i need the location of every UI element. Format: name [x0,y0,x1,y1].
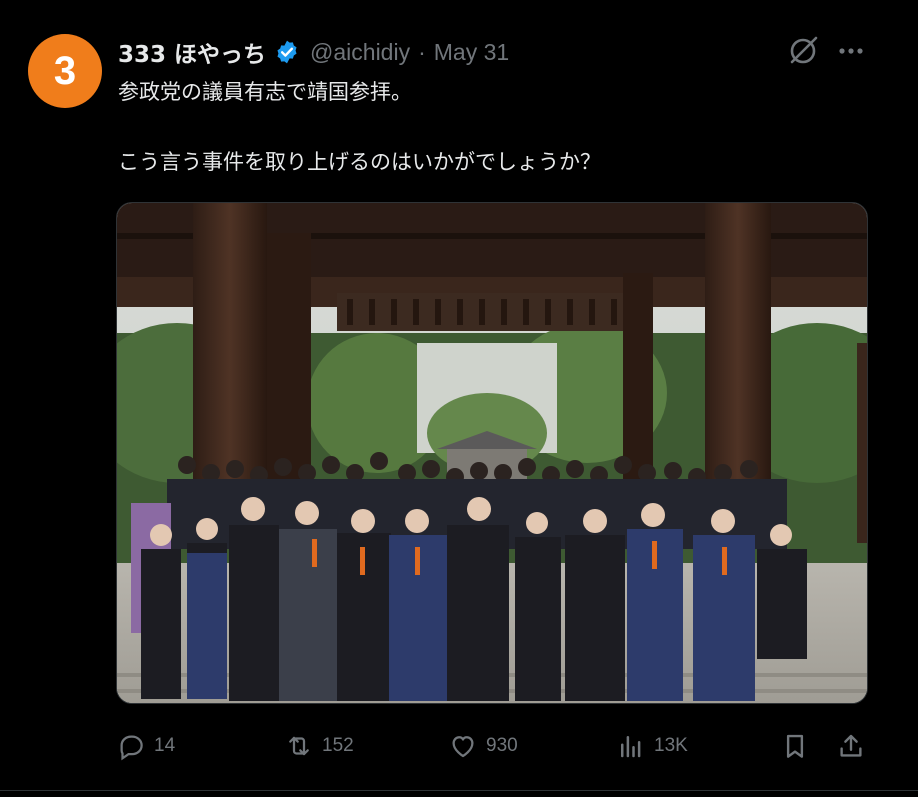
display-name[interactable]: 333 ほやっち [118,35,266,69]
more-icon[interactable] [836,38,866,64]
separator-dot: · [418,38,426,65]
repost-icon [289,736,309,756]
action-bar: 14 152 930 13K [116,726,876,766]
like-icon [452,736,474,758]
views-icon [621,736,641,758]
views-count: 13K [654,735,688,756]
like-count: 930 [486,735,518,756]
repost-count: 152 [322,735,354,756]
bottom-divider [0,790,918,791]
user-handle[interactable]: @aichidiy [310,39,410,66]
verified-icon [277,40,297,64]
tweet-date[interactable]: May 31 [434,39,509,66]
reply-button[interactable]: 14 [116,726,175,766]
repost-button[interactable]: 152 [284,726,354,766]
avatar[interactable]: 3 [28,34,102,108]
like-button[interactable]: 930 [448,726,518,766]
reply-icon [120,735,143,761]
bookmark-icon [786,734,804,758]
reply-count: 14 [154,735,176,756]
tweet-photo[interactable] [116,202,868,704]
tweet-text-line2: こう言う事件を取り上げるのはいかがでしょうか？ [118,150,601,174]
tweet-text-line1: 参政党の議員有志で靖国参拝。 [118,80,412,104]
bookmark-button[interactable] [780,726,818,766]
group-photo-image [117,203,867,703]
share-icon [840,734,862,757]
tweet-header: 333 ほやっち @aichidiy · May 31 [118,32,509,72]
views-button[interactable]: 13K [616,726,688,766]
share-button[interactable] [836,726,874,766]
grok-icon[interactable] [786,34,820,68]
avatar-text: 3 [53,48,77,93]
tweet-card[interactable]: 3 333 ほやっち @aichidiy · May 31 参政党の議員有志で靖… [0,0,918,797]
